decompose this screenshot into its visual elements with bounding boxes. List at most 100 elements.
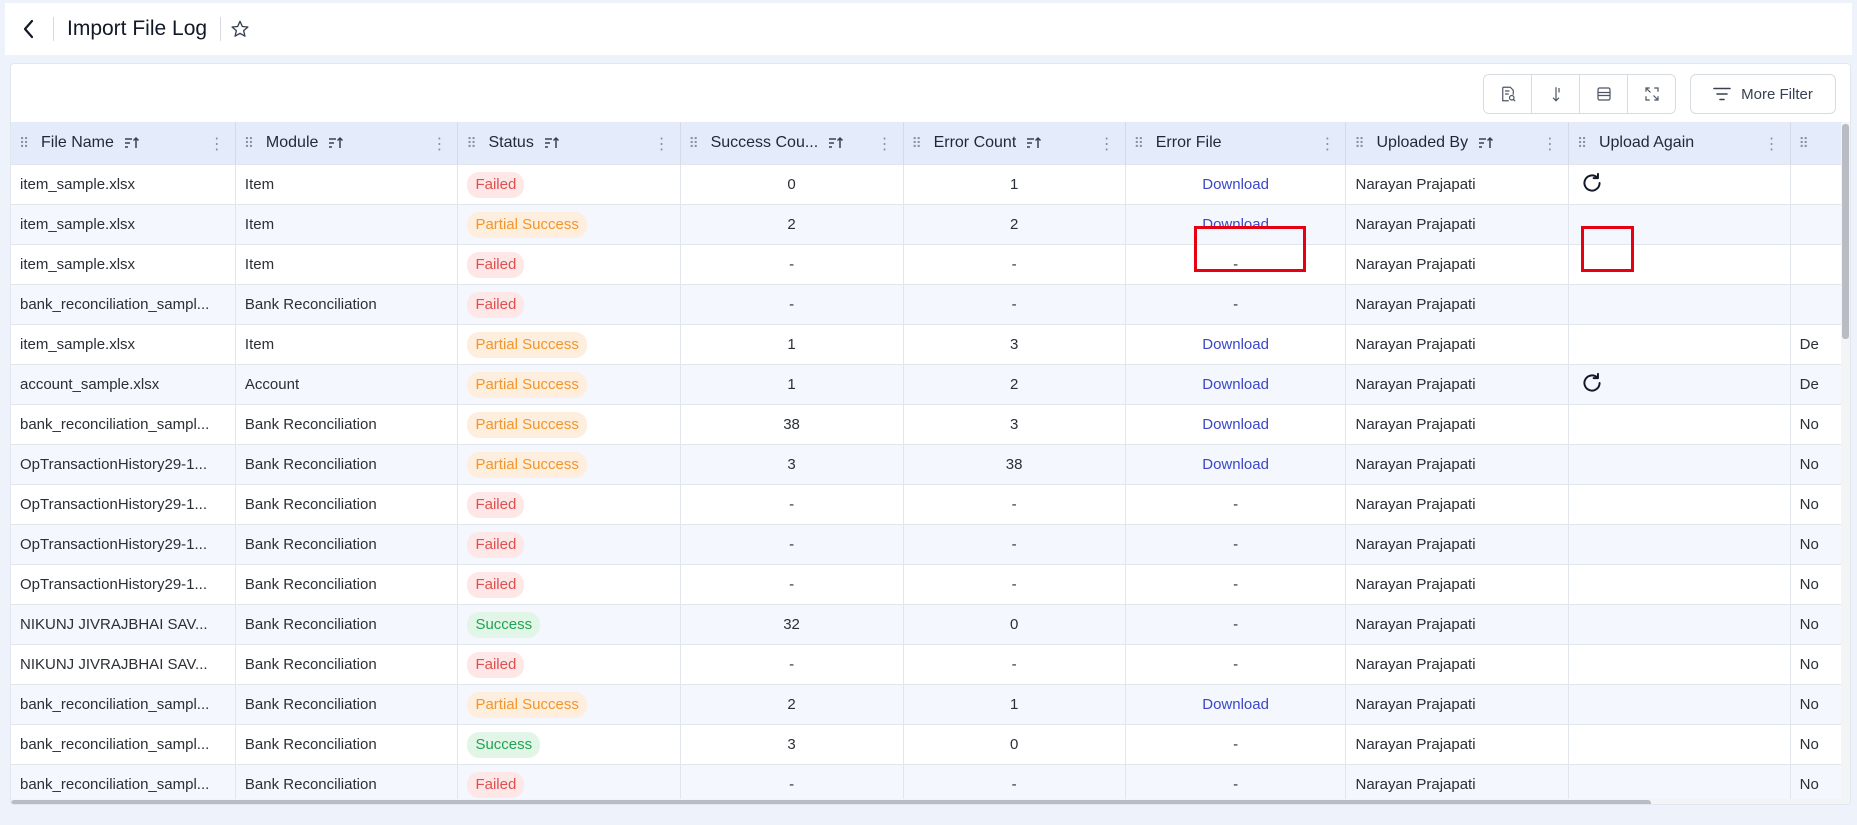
uploaded-by-cell: Narayan Prajapati xyxy=(1345,684,1569,725)
column-header[interactable]: ⠿ Error Count ⋮ xyxy=(903,122,1126,165)
page-title: Import File Log xyxy=(67,17,208,40)
table-row[interactable]: item_sample.xlsx Item Partial Success 2 2 Dow… xyxy=(11,204,1850,245)
download-link[interactable]: Download xyxy=(1202,696,1269,713)
table-row[interactable]: OpTransactionHistory29-1... Bank Reconcil… xyxy=(11,484,1850,525)
favorite-button[interactable] xyxy=(221,3,259,55)
file-name-cell: item_sample.xlsx xyxy=(11,164,236,205)
more-filter-button[interactable]: More Filter xyxy=(1690,74,1836,114)
table-row[interactable]: bank_reconciliation_sampl... Bank Reconci… xyxy=(11,724,1850,765)
table-row[interactable]: OpTransactionHistory29-1... Bank Reconcil… xyxy=(11,564,1850,605)
drag-handle-icon[interactable]: ⠿ xyxy=(912,135,934,152)
column-label: File Name xyxy=(41,134,114,151)
error-file-cell: Download xyxy=(1125,404,1347,445)
error-count-cell: - xyxy=(903,284,1126,325)
column-menu-icon[interactable]: ⋮ xyxy=(1542,134,1558,154)
file-name-cell: bank_reconciliation_sampl... xyxy=(11,724,236,765)
data-grid: ⠿ File Name ⋮ ⠿ Module ⋮ ⠿ Status ⋮ ⠿ Success Cou.… xyxy=(11,122,1850,804)
column-header[interactable]: ⠿ Status ⋮ xyxy=(457,122,681,165)
column-label: Error Count xyxy=(933,134,1017,151)
status-cell: Failed xyxy=(457,244,681,285)
density-button[interactable] xyxy=(1580,75,1628,113)
sort-icon[interactable] xyxy=(328,136,344,150)
drag-handle-icon[interactable]: ⠿ xyxy=(1799,135,1821,152)
error-file-cell: - xyxy=(1125,284,1347,325)
column-header-inner: ⠿ Error File ⋮ xyxy=(1126,122,1345,164)
download-link[interactable]: Download xyxy=(1202,336,1269,353)
error-count-cell: - xyxy=(903,564,1126,605)
download-link[interactable]: Download xyxy=(1202,416,1269,433)
column-menu-icon[interactable]: ⋮ xyxy=(1764,134,1780,154)
status-cell: Failed xyxy=(457,284,681,325)
drag-handle-icon[interactable]: ⠿ xyxy=(1577,135,1599,152)
error-count-cell: 0 xyxy=(903,724,1126,765)
table-row[interactable]: item_sample.xlsx Item Failed 0 1 Download Nara… xyxy=(11,164,1850,205)
success-count-cell: 3 xyxy=(680,444,904,485)
table-row[interactable]: OpTransactionHistory29-1... Bank Reconcil… xyxy=(11,444,1850,485)
success-count-cell: 3 xyxy=(680,724,904,765)
uploaded-by-cell: Narayan Prajapati xyxy=(1345,484,1569,525)
error-file-cell: Download xyxy=(1125,684,1347,725)
fullscreen-button[interactable] xyxy=(1628,75,1675,113)
error-count-cell: 2 xyxy=(903,204,1126,245)
module-cell: Bank Reconciliation xyxy=(235,404,459,445)
column-menu-icon[interactable]: ⋮ xyxy=(431,134,447,154)
column-header[interactable]: ⠿ Uploaded By ⋮ xyxy=(1345,122,1569,165)
status-cell: Success xyxy=(457,724,681,765)
column-header[interactable]: ⠿ Error File ⋮ xyxy=(1125,122,1347,165)
status-cell: Failed xyxy=(457,524,681,565)
column-menu-icon[interactable]: ⋮ xyxy=(654,134,670,154)
horizontal-scroll-thumb[interactable] xyxy=(11,800,1651,804)
success-count-cell: - xyxy=(680,484,904,525)
sort-icon[interactable] xyxy=(1026,136,1042,150)
file-name-cell: bank_reconciliation_sampl... xyxy=(11,404,236,445)
sort-icon[interactable] xyxy=(828,136,844,150)
drag-handle-icon[interactable]: ⠿ xyxy=(689,135,711,152)
column-menu-icon[interactable]: ⋮ xyxy=(1319,134,1335,154)
column-label: Status xyxy=(488,134,534,151)
drag-handle-icon[interactable]: ⠿ xyxy=(19,135,41,152)
search-columns-button[interactable] xyxy=(1484,75,1532,113)
download-link[interactable]: Download xyxy=(1202,456,1269,473)
module-cell: Bank Reconciliation xyxy=(235,444,459,485)
file-name-cell: item_sample.xlsx xyxy=(11,324,236,365)
error-file-cell: - xyxy=(1125,564,1347,605)
table-row[interactable]: account_sample.xlsx Account Partial Succes… xyxy=(11,364,1850,405)
drag-handle-icon[interactable]: ⠿ xyxy=(244,135,266,152)
column-header[interactable]: ⠿ Module ⋮ xyxy=(235,122,459,165)
refresh-icon[interactable] xyxy=(1578,170,1605,196)
sort-icon[interactable] xyxy=(1478,136,1494,150)
column-header[interactable]: ⠿ Upload Again ⋮ xyxy=(1568,122,1791,165)
back-button[interactable] xyxy=(5,3,53,55)
sort-icon[interactable] xyxy=(544,136,560,150)
sort-icon[interactable] xyxy=(124,136,140,150)
table-row[interactable]: bank_reconciliation_sampl... Bank Reconci… xyxy=(11,684,1850,725)
column-header[interactable]: ⠿ Success Cou... ⋮ xyxy=(680,122,904,165)
drag-handle-icon[interactable]: ⠿ xyxy=(1354,135,1376,152)
column-menu-icon[interactable]: ⋮ xyxy=(209,134,225,154)
vertical-scroll-thumb[interactable] xyxy=(1842,124,1849,339)
table-row[interactable]: item_sample.xlsx Item Partial Success 1 3 Dow… xyxy=(11,324,1850,365)
download-link[interactable]: Download xyxy=(1202,216,1269,233)
table-row[interactable]: NIKUNJ JIVRAJBHAI SAV... Bank Reconciliat… xyxy=(11,604,1850,645)
download-link[interactable]: Download xyxy=(1202,176,1269,193)
column-menu-icon[interactable]: ⋮ xyxy=(877,134,893,154)
table-row[interactable]: OpTransactionHistory29-1... Bank Reconcil… xyxy=(11,524,1850,565)
more-filter-label: More Filter xyxy=(1741,85,1813,103)
horizontal-scrollbar[interactable] xyxy=(11,799,1850,804)
column-menu-icon[interactable]: ⋮ xyxy=(1099,134,1115,154)
table-row[interactable]: bank_reconciliation_sampl... Bank Reconci… xyxy=(11,284,1850,325)
module-cell: Bank Reconciliation xyxy=(235,644,459,685)
drag-handle-icon[interactable]: ⠿ xyxy=(466,135,488,152)
column-header[interactable]: ⠿ File Name ⋮ xyxy=(11,122,236,165)
vertical-scrollbar[interactable] xyxy=(1841,122,1850,799)
module-cell: Bank Reconciliation xyxy=(235,564,459,605)
success-count-cell: 0 xyxy=(680,164,904,205)
table-row[interactable]: bank_reconciliation_sampl... Bank Reconci… xyxy=(11,404,1850,445)
refresh-icon[interactable] xyxy=(1578,370,1605,396)
download-link[interactable]: Download xyxy=(1202,376,1269,393)
sort-button[interactable] xyxy=(1532,75,1580,113)
upload-again-cell xyxy=(1568,324,1791,365)
drag-handle-icon[interactable]: ⠿ xyxy=(1134,135,1156,152)
table-row[interactable]: item_sample.xlsx Item Failed - - - Narayan Pra… xyxy=(11,244,1850,285)
table-row[interactable]: NIKUNJ JIVRAJBHAI SAV... Bank Reconciliat… xyxy=(11,644,1850,685)
